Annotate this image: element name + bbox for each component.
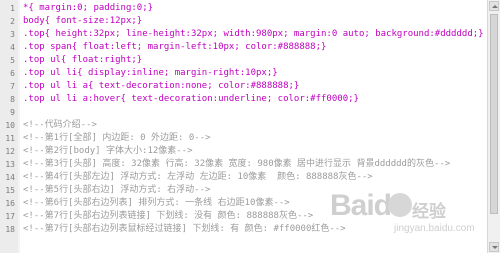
line-number: 8 [10, 95, 15, 104]
code-line[interactable]: 7 .top ul li a{ text-decoration:none; col… [0, 80, 488, 93]
code-line[interactable]: 11 <!--第1行[全部] 内边距: 0 外边距: 0--> [0, 132, 488, 145]
code-line[interactable]: 14 <!--第4行[头部左边] 浮动方式: 左浮动 左边距: 10像素 颜色: … [0, 171, 488, 184]
line-number: 3 [10, 30, 15, 39]
line-number: 2 [10, 17, 15, 26]
comment-text: <!--代码介绍--> [23, 120, 97, 130]
comment-text: <!--第3行[头部] 高度: 32像素 行高: 32像素 宽度: 980像素 … [23, 159, 451, 169]
code-line[interactable]: 8 .top ul li a:hover{ text-decoration:und… [0, 93, 488, 106]
css-rule-text: .top ul li{ display:inline; margin-right… [23, 68, 278, 78]
line-number: 18 [5, 225, 15, 234]
line-number: 14 [5, 173, 15, 182]
comment-text: <!--第7行[头部右边列表链接] 下划线: 没有 颜色: 888888灰色--… [23, 211, 314, 221]
css-rule-text: body{ font-size:12px;} [23, 16, 143, 26]
line-number: 7 [10, 82, 15, 91]
vertical-scrollbar[interactable] [487, 0, 500, 253]
code-line[interactable]: 9 [0, 106, 488, 119]
css-rule-text: .top span{ float:left; margin-left:10px;… [23, 42, 327, 52]
code-line[interactable]: 5 .top ul{ float:right;} [0, 54, 488, 67]
baidu-paw-icon [388, 193, 412, 217]
line-number: 1 [10, 4, 15, 13]
watermark-url: jingyan.baidu.com [394, 223, 475, 234]
css-rule-text: .top{ height:32px; line-height:32px; wid… [23, 29, 484, 39]
css-rule-text: .top ul li a:hover{ text-decoration:unde… [23, 94, 359, 104]
comment-text: <!--第1行[全部] 内边距: 0 外边距: 0--> [23, 133, 211, 143]
code-line[interactable]: 1 *{ margin:0; padding:0;} [0, 2, 488, 15]
baidu-jingyan-watermark: Baid 经验 jingyan.baidu.com [330, 189, 480, 235]
code-line[interactable]: 3 .top{ height:32px; line-height:32px; wi… [0, 28, 488, 41]
comment-text: <!--第6行[头部右边列表] 排列方式: 一条线 右边距10像素--> [23, 198, 290, 208]
css-rule-text: .top ul{ float:right;} [23, 55, 143, 65]
line-number: 10 [5, 121, 15, 130]
line-number: 17 [5, 212, 15, 221]
comment-text: <!--第7行[头部右边列表鼠标经过链接] 下划线: 有 颜色: #ff0000… [23, 224, 346, 234]
line-number: 16 [5, 199, 15, 208]
scroll-up-arrow-icon[interactable] [489, 1, 499, 11]
comment-text: <!--第4行[头部左边] 浮动方式: 左浮动 左边距: 10像素 颜色: 88… [23, 172, 373, 182]
line-number: 11 [5, 134, 15, 143]
line-number: 5 [10, 56, 15, 65]
line-number: 13 [5, 160, 15, 169]
code-line[interactable]: 6 .top ul li{ display:inline; margin-righ… [0, 67, 488, 80]
line-number: 6 [10, 69, 15, 78]
code-line[interactable]: 2 body{ font-size:12px;} [0, 15, 488, 28]
line-number: 12 [5, 147, 15, 156]
code-line[interactable]: 13 <!--第3行[头部] 高度: 32像素 行高: 32像素 宽度: 980像… [0, 158, 488, 171]
code-line[interactable]: 12 <!--第2行[body] 字体大小:12像素--> [0, 145, 488, 158]
watermark-brand-tail: 经验 [412, 202, 446, 221]
scroll-thumb[interactable] [490, 14, 498, 214]
css-rule-text: *{ margin:0; padding:0;} [23, 3, 154, 13]
css-rule-text: .top ul li a{ text-decoration:none; colo… [23, 81, 300, 91]
comment-text: <!--第2行[body] 字体大小:12像素--> [23, 146, 193, 156]
scroll-down-arrow-icon[interactable] [489, 242, 499, 252]
watermark-brand: Baid [330, 189, 392, 222]
code-line[interactable]: 4 .top span{ float:left; margin-left:10px… [0, 41, 488, 54]
comment-text: <!--第5行[头部右边] 浮动方式: 右浮动--> [23, 185, 211, 195]
code-line[interactable]: 10 <!--代码介绍--> [0, 119, 488, 132]
line-number: 9 [10, 108, 15, 117]
line-number: 15 [5, 186, 15, 195]
line-number: 4 [10, 43, 15, 52]
